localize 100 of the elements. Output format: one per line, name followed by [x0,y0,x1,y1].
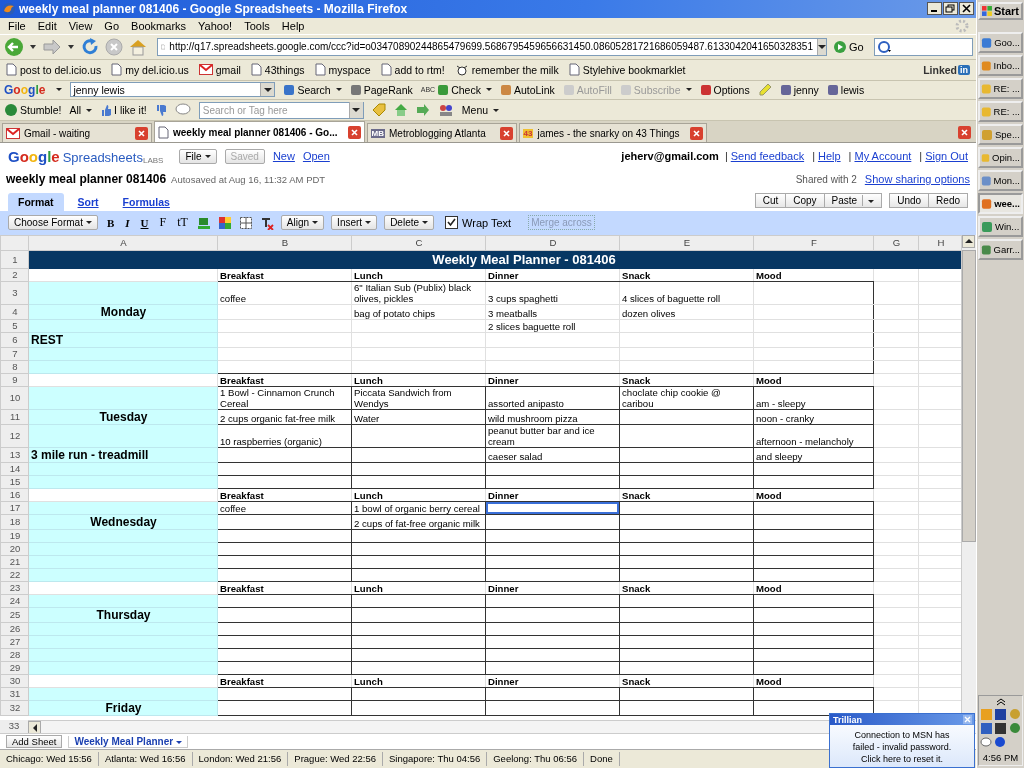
menu-button[interactable]: Insert [331,215,378,231]
browser-tab[interactable]: Gmail - waiting [2,123,152,143]
bookmark-link[interactable]: 43things [250,63,305,77]
taskbar-button[interactable]: Inbo... [978,55,1023,76]
menu-button[interactable]: Delete [384,215,435,231]
search-field[interactable]: jenny lewis [70,82,276,98]
font-button[interactable]: tT [175,215,190,231]
column-header[interactable]: G [873,235,919,251]
toolbar-button[interactable]: PageRank [349,83,413,96]
selected-cell[interactable] [485,501,620,515]
restore-button[interactable] [943,2,958,16]
toolbar-button[interactable]: Options [699,83,750,96]
row-number[interactable]: 33 [0,720,28,734]
close-tab-icon[interactable] [347,125,361,139]
menu-item[interactable]: File [2,19,32,32]
account-link[interactable]: Send feedback [730,150,805,163]
toolbar-button[interactable]: Redo [928,193,968,209]
send-icon[interactable] [415,103,430,117]
close-tab-icon[interactable] [958,126,971,140]
address-field[interactable]: http://q17.spreadsheets.google.com/ccc?id=o03470890244865479699.5686795459656631450.08605281721686059487.6133042041650328351 [157,37,827,56]
style-button[interactable]: U [138,217,151,229]
toolbar-button[interactable]: Copy [785,193,825,209]
tag-icon[interactable] [371,103,386,117]
chevron-icon[interactable] [995,698,1006,706]
dropdown-button[interactable] [817,38,826,55]
back-button[interactable] [3,36,25,57]
style-button[interactable]: I [123,217,132,229]
go-icon[interactable] [833,39,847,54]
row-number[interactable]: 10 [0,386,29,410]
close-tab-icon[interactable] [135,126,148,140]
link[interactable]: Open [302,150,330,163]
caret-icon[interactable] [56,88,63,92]
font-button[interactable]: F [157,215,169,231]
toolbar-button[interactable]: Undo [889,193,930,209]
toolbar-button[interactable]: AutoLink [499,83,555,96]
taskbar-button[interactable]: Mon... [978,170,1023,191]
checkbox[interactable] [445,216,459,230]
column-header[interactable]: A [28,235,218,251]
menu-item[interactable]: Yahoo! [192,19,239,32]
column-header[interactable]: F [753,235,874,251]
people-icon[interactable] [437,103,454,117]
caret-icon[interactable] [68,44,74,49]
taskbar-button[interactable]: wee... [978,193,1023,214]
menu-item[interactable]: Edit [31,19,63,32]
tab[interactable]: Formulas [112,193,180,212]
menu-item[interactable]: Help [275,19,311,32]
stop-button[interactable] [103,36,125,57]
close-tab-icon[interactable] [689,126,703,140]
bookmark-link[interactable]: gmail [198,63,241,76]
close-button[interactable] [959,2,974,16]
file-menu-button[interactable]: File [179,148,217,164]
comment-icon[interactable] [174,103,191,117]
bookmark-link[interactable]: my del.icio.us [111,63,189,77]
clear-format-icon[interactable] [259,216,274,230]
style-button[interactable]: B [104,217,117,229]
add-sheet-button[interactable]: Add Sheet [6,735,63,749]
taskbar-button[interactable]: Opin... [978,147,1023,168]
taskbar-button[interactable]: Goo... [978,32,1023,53]
stumble-button[interactable]: Stumble! [4,103,62,117]
menu-item[interactable]: Go [98,19,126,32]
bookmark-link[interactable]: Stylehive bookmarklet [568,63,686,77]
column-header[interactable]: E [619,235,754,251]
minimize-button[interactable] [927,2,942,16]
taskbar-button[interactable]: Win... [978,216,1023,237]
borders-icon[interactable] [238,216,253,230]
google-logo[interactable]: Google [4,82,46,97]
column-header[interactable]: B [217,235,352,251]
fill-color-icon[interactable] [217,216,232,230]
toolbar-button[interactable]: Cut [754,193,787,209]
row-number[interactable]: 12 [0,424,29,448]
tray-icons-drawing[interactable] [979,708,1022,750]
vertical-scrollbar[interactable] [961,234,976,721]
bookmark-link[interactable]: post to del.icio.us [6,63,102,77]
column-header[interactable]: C [351,235,486,251]
choose-format-button[interactable]: Choose Format [8,215,98,231]
toolbar-button[interactable]: Paste [823,193,883,209]
row-number[interactable]: 3 [0,281,29,305]
menu-button[interactable]: Menu [461,104,500,116]
sheet-tab[interactable]: Weekly Meal Planner [68,735,189,748]
menu-item[interactable]: Tools [238,19,276,32]
toolbar-button[interactable]: jenny [779,83,819,96]
checkbox-label[interactable]: Wrap Text [462,217,512,229]
account-link[interactable]: My Account [854,150,912,163]
spreadsheets-logo[interactable]: Google SpreadsheetsLABS [8,147,164,165]
account-link[interactable]: Sign Out [925,150,968,163]
close-tab-icon[interactable] [499,126,513,140]
taskbar-button[interactable]: Garr... [978,239,1023,260]
tab[interactable]: Format [8,193,64,212]
taskbar-button[interactable]: RE: ... [978,78,1023,99]
account-link[interactable]: Help [818,150,841,163]
browser-tab[interactable]: MB Metroblogging Atlanta [366,123,517,143]
bookmark-link[interactable]: myspace [314,63,371,77]
bookmark-link[interactable]: add to rtm! [380,63,445,77]
taskbar-button[interactable]: RE: ... [978,101,1023,122]
bookmark-link[interactable]: remember the milk [454,63,559,76]
highlighter-icon[interactable] [757,82,772,97]
caret-icon[interactable] [30,44,36,49]
like-button[interactable]: I like it! [100,103,147,117]
toolbar-button[interactable]: Search [283,83,342,96]
search-field[interactable] [873,37,973,56]
